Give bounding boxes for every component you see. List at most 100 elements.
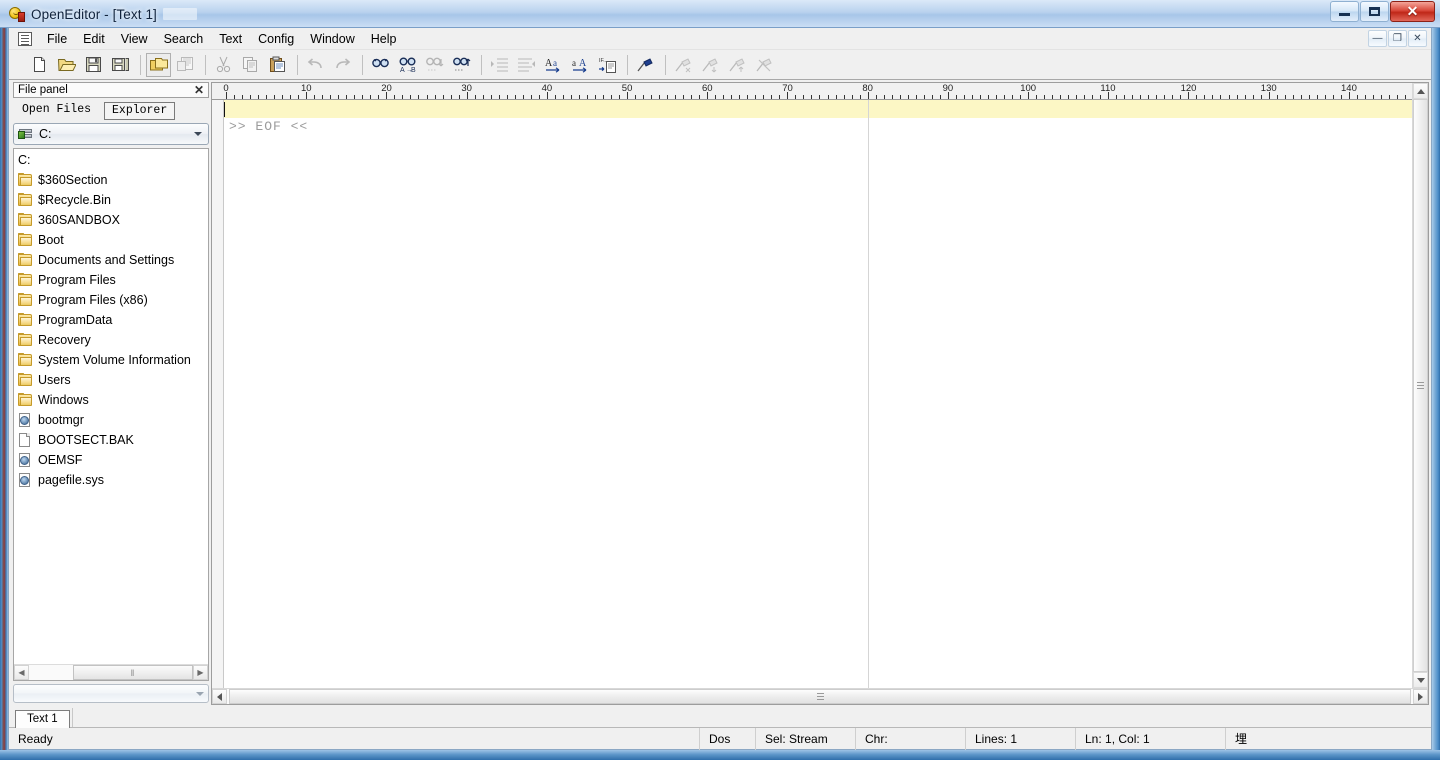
ruler-tick [900, 95, 901, 99]
mdi-minimize-button[interactable]: — [1368, 30, 1387, 47]
lowercase-icon[interactable]: Aa [541, 53, 566, 77]
scroll-down-button[interactable] [1413, 672, 1428, 688]
tree-item-label: System Volume Information [38, 353, 191, 367]
mdi-restore-button[interactable]: ❐ [1388, 30, 1407, 47]
document-icon[interactable] [18, 32, 32, 46]
file-tree-hscrollbar[interactable]: ◀ ‖ ▶ [14, 664, 208, 680]
file-panel-close-icon[interactable]: ✕ [194, 84, 204, 96]
toggle-bookmark-icon[interactable] [633, 53, 658, 77]
menu-item-file[interactable]: File [39, 29, 75, 49]
editor-vscroll-thumb[interactable] [1413, 99, 1428, 672]
tree-item[interactable]: $360Section [14, 170, 208, 190]
menu-item-text[interactable]: Text [211, 29, 250, 49]
menu-item-config[interactable]: Config [250, 29, 302, 49]
tree-item-label: Windows [38, 393, 89, 407]
app-icon[interactable] [9, 6, 25, 22]
scroll-up-button[interactable] [1413, 83, 1428, 99]
ruler-tick [378, 95, 379, 99]
tree-item[interactable]: pagefile.sys [14, 470, 208, 490]
new-file-icon[interactable] [27, 53, 52, 77]
ruler-tick [1116, 95, 1117, 99]
toolbar-separator [665, 55, 666, 75]
ruler-tick [1365, 95, 1366, 99]
find-previous-icon[interactable] [449, 53, 474, 77]
bookmark-set-icon[interactable] [671, 53, 696, 77]
chevron-down-icon[interactable] [190, 124, 206, 144]
menu-item-window[interactable]: Window [302, 29, 362, 49]
file-tree[interactable]: C: $360Section$Recycle.Bin360SANDBOXBoot… [13, 148, 209, 681]
editor-gutter[interactable] [212, 100, 224, 688]
chevron-down-icon[interactable] [196, 692, 204, 696]
ruler-tick [595, 95, 596, 99]
insert-template-icon[interactable]: IF... [595, 53, 620, 77]
ruler-tick [298, 95, 299, 99]
scroll-left-button[interactable] [212, 689, 227, 704]
tree-item[interactable]: Recovery [14, 330, 208, 350]
file-tree-hscroll-thumb[interactable]: ‖ [73, 665, 193, 680]
tree-item[interactable]: Boot [14, 230, 208, 250]
tree-item[interactable]: ProgramData [14, 310, 208, 330]
ruler-tick [916, 95, 917, 99]
open-file-icon[interactable] [54, 53, 79, 77]
ruler-tick [1389, 95, 1390, 99]
editor-hscrollbar[interactable] [212, 688, 1428, 704]
tree-item[interactable]: Documents and Settings [14, 250, 208, 270]
document-tab-text1[interactable]: Text 1 [15, 710, 70, 728]
menu-item-help[interactable]: Help [363, 29, 405, 49]
tree-item[interactable]: Program Files (x86) [14, 290, 208, 310]
tree-item[interactable]: OEMSF [14, 450, 208, 470]
line-ending-mode[interactable]: Dos [699, 728, 755, 750]
tab-open-files[interactable]: Open Files [15, 102, 98, 120]
ruler-tick [611, 95, 612, 99]
tab-explorer[interactable]: Explorer [104, 102, 175, 120]
title-bar[interactable]: OpenEditor - [Text 1] ✕ [0, 0, 1440, 28]
menu-item-search[interactable]: Search [156, 29, 212, 49]
editor-hscroll-track[interactable] [227, 689, 1413, 704]
ruler-tick [996, 95, 997, 99]
scroll-left-icon[interactable]: ◀ [14, 665, 29, 680]
uppercase-icon[interactable]: aA [568, 53, 593, 77]
ruler-tick [1373, 95, 1374, 99]
text-editor-canvas[interactable]: >> EOF << [224, 100, 1412, 688]
tree-item[interactable]: bootmgr [14, 410, 208, 430]
tree-item[interactable]: Windows [14, 390, 208, 410]
selection-mode[interactable]: Sel: Stream [755, 728, 855, 750]
file-tree-hscroll-track[interactable]: ‖ [29, 665, 193, 680]
file-panel-filter-combo[interactable] [13, 684, 209, 703]
editor-hscroll-thumb[interactable] [229, 689, 1411, 704]
file-panel-toggle-icon[interactable] [146, 53, 171, 77]
tree-item[interactable]: BOOTSECT.BAK [14, 430, 208, 450]
maximize-button[interactable] [1360, 1, 1389, 22]
tree-item[interactable]: $Recycle.Bin [14, 190, 208, 210]
replace-icon[interactable]: A→B [395, 53, 420, 77]
menu-item-view[interactable]: View [113, 29, 156, 49]
ruler-tick [258, 95, 259, 99]
drive-select[interactable]: C: [13, 123, 209, 145]
save-all-icon[interactable] [108, 53, 133, 77]
folder-icon [18, 213, 33, 227]
find-icon[interactable] [368, 53, 393, 77]
paste-icon[interactable] [265, 53, 290, 77]
save-file-icon[interactable] [81, 53, 106, 77]
editor-vscrollbar[interactable] [1412, 83, 1428, 688]
tree-root-label[interactable]: C: [14, 150, 208, 170]
mdi-close-button[interactable]: ✕ [1408, 30, 1427, 47]
ruler-tick [1004, 95, 1005, 99]
ruler-tick [587, 95, 588, 99]
tree-item[interactable]: 360SANDBOX [14, 210, 208, 230]
ime-indicator[interactable]: 埋 [1225, 728, 1431, 750]
scroll-right-icon[interactable]: ▶ [193, 665, 208, 680]
ruler-tick [675, 95, 676, 99]
tree-item[interactable]: Users [14, 370, 208, 390]
menu-item-edit[interactable]: Edit [75, 29, 113, 49]
ruler-tick [1253, 95, 1254, 99]
close-button[interactable]: ✕ [1390, 1, 1435, 22]
minimize-button[interactable] [1330, 1, 1359, 22]
scroll-right-button[interactable] [1413, 689, 1428, 704]
ruler-tick [1261, 95, 1262, 99]
folder-icon [18, 353, 33, 367]
tree-item[interactable]: Program Files [14, 270, 208, 290]
file-tree-list[interactable]: C: $360Section$Recycle.Bin360SANDBOXBoot… [14, 149, 208, 664]
tree-item[interactable]: System Volume Information [14, 350, 208, 370]
ruler-tick [1060, 95, 1061, 99]
